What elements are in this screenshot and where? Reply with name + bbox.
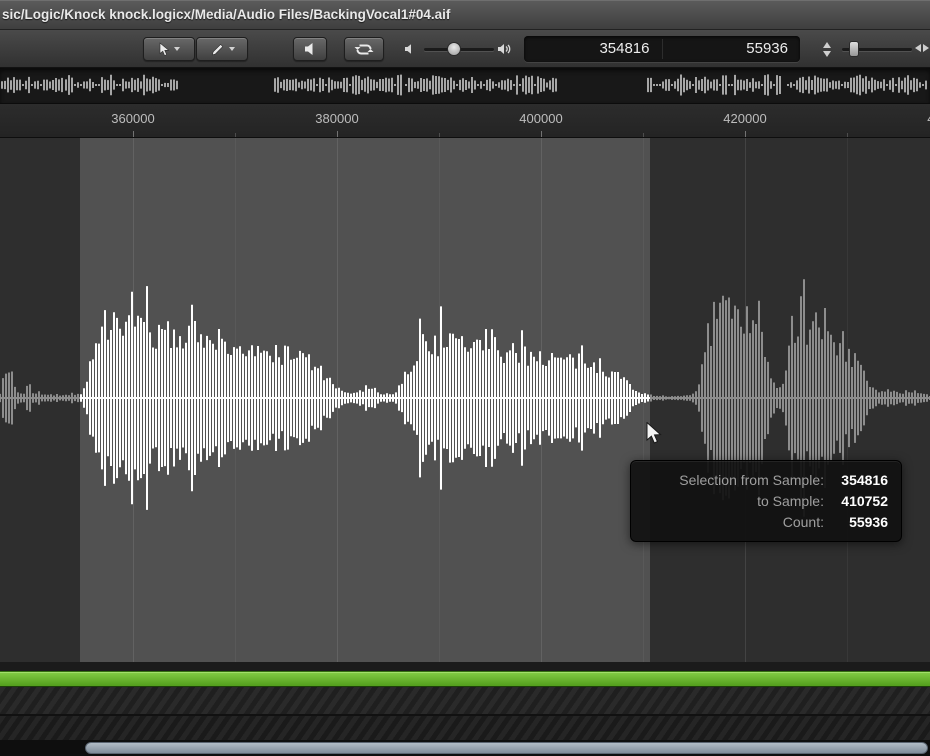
prelisten-button[interactable] — [293, 37, 327, 61]
audio-file-editor-window: sic/Logic/Knock knock.logicx/Media/Audio… — [0, 0, 930, 756]
tooltip-value: 354816 — [830, 470, 888, 490]
ruler-tick-minor — [439, 133, 440, 137]
loop-icon — [354, 42, 374, 57]
tooltip-label: Selection from Sample: — [644, 470, 824, 490]
pencil-tool-button[interactable] — [196, 37, 248, 61]
tooltip-label: Count: — [644, 512, 824, 532]
sample-ruler[interactable]: 360000380000400000420000440000 — [0, 104, 930, 138]
speaker-high-icon — [497, 42, 512, 56]
ruler-tick-major — [133, 131, 134, 137]
ruler-label: 400000 — [519, 111, 562, 126]
tooltip-value: 55936 — [830, 512, 888, 532]
selection-length-value-field[interactable]: 55936 — [663, 36, 801, 62]
mouse-cursor — [646, 422, 664, 448]
ruler-tick-major — [541, 131, 542, 137]
region-overview-bar[interactable] — [0, 671, 930, 687]
ruler-label: 380000 — [315, 111, 358, 126]
ruler-tick-minor — [847, 133, 848, 137]
horizontal-scrollbar[interactable] — [0, 740, 930, 756]
speaker-icon — [303, 42, 317, 56]
overview-waveform — [0, 68, 930, 104]
selection-start-value-field[interactable]: 354816 — [524, 36, 662, 62]
ruler-label: 420000 — [723, 111, 766, 126]
volume-slider-thumb[interactable] — [447, 42, 461, 56]
pointer-tool-button[interactable] — [143, 37, 195, 61]
ruler-tick-major — [745, 131, 746, 137]
tooltip-label: to Sample: — [644, 491, 824, 511]
title-bar: sic/Logic/Knock knock.logicx/Media/Audio… — [0, 0, 930, 30]
speaker-low-icon — [404, 43, 416, 55]
empty-area-stripes — [0, 716, 930, 740]
arrow-left-icon — [915, 44, 921, 52]
chevron-down-icon — [229, 47, 235, 51]
waveform-graph — [0, 138, 930, 662]
ruler-label: 360000 — [111, 111, 154, 126]
ruler-tick-minor — [643, 133, 644, 137]
horizontal-zoom-arrows-icon[interactable] — [915, 44, 929, 52]
zoom-slider-thumb[interactable] — [849, 41, 859, 57]
pencil-icon — [210, 42, 225, 57]
empty-area-stripes — [0, 687, 930, 714]
vertical-zoom-stepper[interactable] — [818, 36, 836, 62]
ruler-tick-major — [337, 131, 338, 137]
arrow-up-icon — [823, 42, 831, 48]
selection-tooltip: Selection from Sample: 354816 to Sample: 41… — [630, 460, 902, 542]
scrollbar-thumb[interactable] — [85, 742, 928, 754]
cycle-button[interactable] — [344, 37, 384, 61]
toolbar: 354816 55936 — [0, 30, 930, 68]
tooltip-value: 410752 — [830, 491, 888, 511]
bottom-gap-band — [0, 662, 930, 671]
arrow-right-icon — [923, 44, 929, 52]
file-path-title: sic/Logic/Knock knock.logicx/Media/Audio… — [2, 0, 450, 29]
waveform-display[interactable]: Selection from Sample: 354816 to Sample: 41… — [0, 138, 930, 662]
pointer-icon — [158, 42, 170, 57]
ruler-tick-minor — [235, 133, 236, 137]
arrow-down-icon — [823, 51, 831, 57]
waveform-overview-strip[interactable] — [0, 68, 930, 104]
chevron-down-icon — [174, 47, 180, 51]
sample-display-panel: 354816 55936 — [524, 36, 800, 62]
